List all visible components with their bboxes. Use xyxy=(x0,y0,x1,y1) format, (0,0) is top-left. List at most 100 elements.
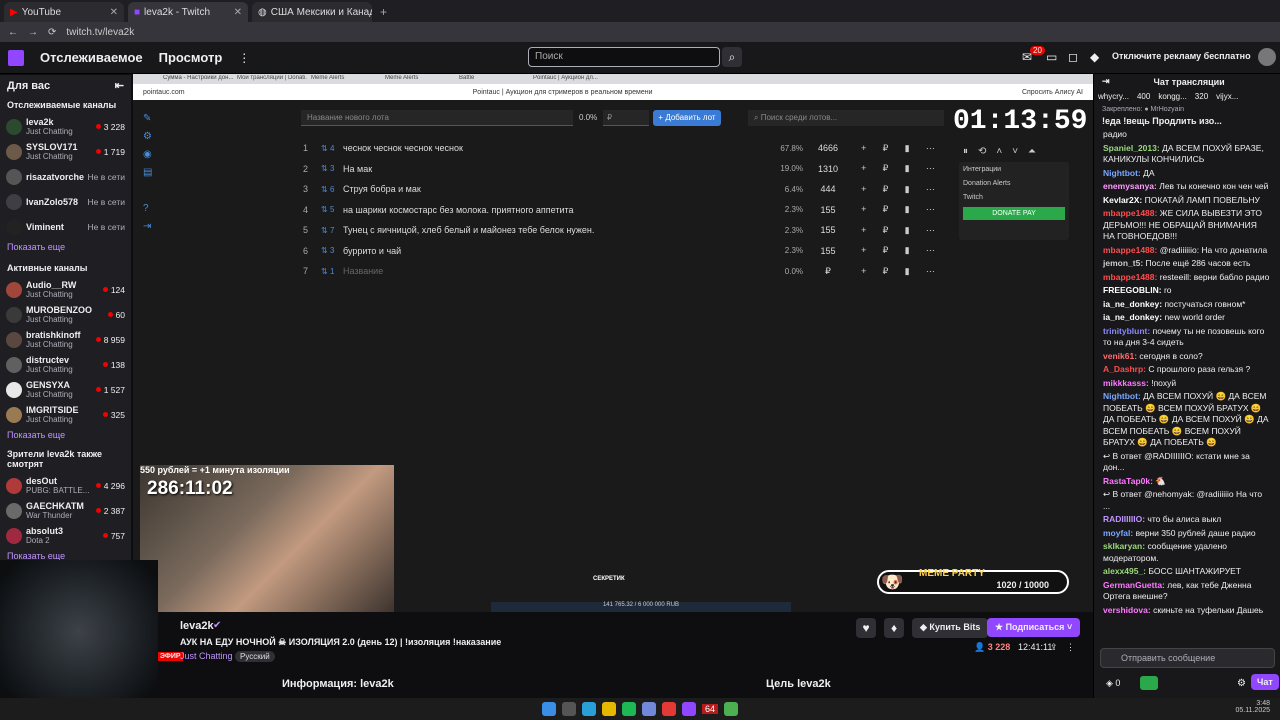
bell-icon[interactable]: ♦ xyxy=(884,618,904,638)
chat-username[interactable]: Nightbot: xyxy=(1103,391,1141,401)
channel-points[interactable]: ◈ 0 xyxy=(1106,678,1120,689)
chat-username[interactable]: RastaTap0k: xyxy=(1103,476,1153,486)
discord-icon[interactable] xyxy=(641,702,656,716)
twitch-taskbar-icon[interactable] xyxy=(681,702,696,716)
chat-text: сегодня в соло? xyxy=(1139,350,1203,361)
lot-actions: + ₽ ▮ ⋯ xyxy=(853,225,943,236)
browser-tab-youtube[interactable]: ▶ YouTube ✕ xyxy=(4,2,124,22)
show-more-active[interactable]: Показать еще xyxy=(0,427,131,443)
chat-username[interactable]: jemon_t5: xyxy=(1103,258,1143,268)
nav-browse[interactable]: Просмотр xyxy=(159,50,223,65)
chat-username[interactable]: venik61: xyxy=(1103,351,1137,361)
chat-username[interactable]: FREEGOBLIN: xyxy=(1103,285,1162,295)
chat-username[interactable]: sklkaryan: xyxy=(1103,541,1145,551)
app-icon[interactable] xyxy=(724,702,738,716)
browser-tab-twitch[interactable]: ■ leva2k - Twitch ✕ xyxy=(128,2,248,22)
crown-icon[interactable]: ◆ xyxy=(1090,50,1099,64)
reload-icon[interactable]: ⟳ xyxy=(48,27,56,38)
category-link[interactable]: Just Chatting xyxy=(180,651,233,661)
chat-username[interactable]: mbappe1488: xyxy=(1103,272,1157,282)
sidebar-channel[interactable]: Audio__RW Just Chatting 124 xyxy=(0,277,131,302)
pinned-message[interactable]: !еда !вещь Продлить изо... xyxy=(1094,116,1280,128)
sidebar-channel[interactable]: bratishkinoff Just Chatting 8 959 xyxy=(0,327,131,352)
sidebar-channel[interactable]: GAECHKATM War Thunder 2 387 xyxy=(0,498,131,523)
chat-input[interactable]: Отправить сообщение xyxy=(1100,648,1275,668)
chat-username[interactable]: enemysanya: xyxy=(1103,181,1157,191)
forward-icon[interactable]: → xyxy=(28,27,38,38)
live-dot xyxy=(102,412,108,417)
chat-username[interactable]: RADIIIIIIO: xyxy=(1103,514,1145,524)
chat-username[interactable]: mbappe1488: xyxy=(1103,245,1157,255)
chat-username[interactable]: Kevlar2X: xyxy=(1103,195,1142,205)
close-icon[interactable]: ✕ xyxy=(110,7,118,18)
back-icon[interactable]: ← xyxy=(8,27,18,38)
chat-username[interactable]: mbappe1488: xyxy=(1103,208,1157,218)
channel-name[interactable]: leva2k xyxy=(180,620,214,632)
inner-tab: Сумма - Настройки дон... xyxy=(163,75,233,81)
chat-username[interactable]: Spaniel_2013: xyxy=(1103,143,1160,153)
sidebar-channel[interactable]: SYSLOV171 Just Chatting 1 719 xyxy=(0,139,131,164)
chat-username[interactable]: ia_ne_donkey: xyxy=(1103,312,1162,322)
chat-username[interactable]: Nightbot: xyxy=(1103,168,1141,178)
lot-row: 1 ⇅ 4 чеснок чеснок чеснок чеснок 67.8% … xyxy=(303,138,943,158)
sidebar-channel[interactable]: GENSYXA Just Chatting 1 527 xyxy=(0,377,131,402)
viewer-count: Не в сети xyxy=(87,196,125,207)
chat-username[interactable]: moyfal: xyxy=(1103,528,1133,538)
lot-percent: 2.3% xyxy=(784,246,803,255)
start-icon[interactable] xyxy=(541,702,556,716)
points-chest-icon[interactable] xyxy=(1140,676,1158,690)
sidebar-channel[interactable]: absolut3 Dota 2 757 xyxy=(0,523,131,548)
chat-username[interactable]: mikkkasss: xyxy=(1103,378,1149,388)
chat-message: Nightbot: ДА xyxy=(1094,167,1280,181)
search-input[interactable]: Поиск xyxy=(528,47,720,67)
collapse-chat-icon[interactable]: ⇥ xyxy=(1102,76,1110,87)
search-button[interactable]: ⌕ xyxy=(722,47,742,67)
subscribe-button[interactable]: ★ Подписаться ˅ xyxy=(987,618,1081,637)
chat-username[interactable]: A_Dashrp: xyxy=(1103,364,1146,374)
sidebar-channel[interactable]: leva2k Just Chatting 3 228 xyxy=(0,114,131,139)
whispers-icon[interactable]: ◻ xyxy=(1068,50,1078,64)
more-icon[interactable]: ⋮ xyxy=(238,51,250,65)
chat-username[interactable]: vershidova: xyxy=(1103,605,1151,615)
steam-icon[interactable] xyxy=(661,702,676,716)
sidebar-channel[interactable]: MUROBENZOO Just Chatting 60 xyxy=(0,302,131,327)
inbox-icon[interactable]: ▭ xyxy=(1046,50,1057,64)
chat-username[interactable]: ia_ne_donkey: xyxy=(1103,299,1162,309)
new-tab-button[interactable]: + xyxy=(372,2,395,22)
lot-percent: 6.4% xyxy=(784,184,803,194)
lot-index: 2 xyxy=(303,163,309,174)
more-options-icon[interactable]: ⋮ xyxy=(1066,642,1075,653)
chat-username[interactable]: trinityblunt: xyxy=(1103,326,1150,336)
spotify-icon[interactable] xyxy=(621,702,636,716)
language-tag[interactable]: Русский xyxy=(235,651,275,662)
share-icon[interactable]: ⇪ xyxy=(1050,642,1058,653)
chat-username[interactable]: GermanGuetta: xyxy=(1103,580,1165,590)
show-more-followed[interactable]: Показать еще xyxy=(0,239,131,255)
buy-bits-button[interactable]: ◆ Купить Bits xyxy=(912,618,989,638)
chat-settings-icon[interactable]: ⚙ xyxy=(1237,678,1246,689)
chat-text: ↩ В ответ @RADIIIIIIO: кстати мне за дон… xyxy=(1103,450,1250,473)
app-icon[interactable] xyxy=(581,702,596,716)
sidebar-channel[interactable]: desOut PUBG: BATTLE... 4 296 xyxy=(0,473,131,498)
sidebar-channel[interactable]: risazatvorche... Не в сети xyxy=(0,164,131,189)
folder-icon[interactable] xyxy=(601,702,616,716)
heart-icon[interactable]: ♥ xyxy=(856,618,876,638)
chat-username[interactable]: alexx495_: xyxy=(1103,566,1146,576)
channel-game: Just Chatting xyxy=(26,290,73,299)
avatar[interactable] xyxy=(1258,48,1276,66)
browser-tab-news[interactable]: ◍США Мексики и Канады - По...✕ xyxy=(252,2,372,22)
ad-free-button[interactable]: Отключите рекламу бесплатно xyxy=(1112,51,1251,61)
close-icon[interactable]: ✕ xyxy=(234,7,242,18)
sidebar-channel[interactable]: IMGRITSIDE Just Chatting 325 xyxy=(0,402,131,427)
nav-following[interactable]: Отслеживаемое xyxy=(40,50,143,65)
chat-text: @radiiiiiio: На что донатила xyxy=(1159,244,1268,255)
twitch-logo[interactable] xyxy=(8,49,24,66)
search-icon[interactable] xyxy=(561,702,576,716)
collapse-icon[interactable]: ⇤ xyxy=(115,79,124,92)
chat-send-button[interactable]: Чат xyxy=(1251,674,1279,690)
sidebar-channel[interactable]: Viminent Не в сети xyxy=(0,214,131,239)
pinned-label: Закреплено: ● MrHozyain xyxy=(1102,106,1185,113)
sidebar-channel[interactable]: IvanZolo578 Не в сети xyxy=(0,189,131,214)
url-field[interactable]: twitch.tv/leva2k xyxy=(66,27,134,38)
sidebar-channel[interactable]: distructev Just Chatting 138 xyxy=(0,352,131,377)
